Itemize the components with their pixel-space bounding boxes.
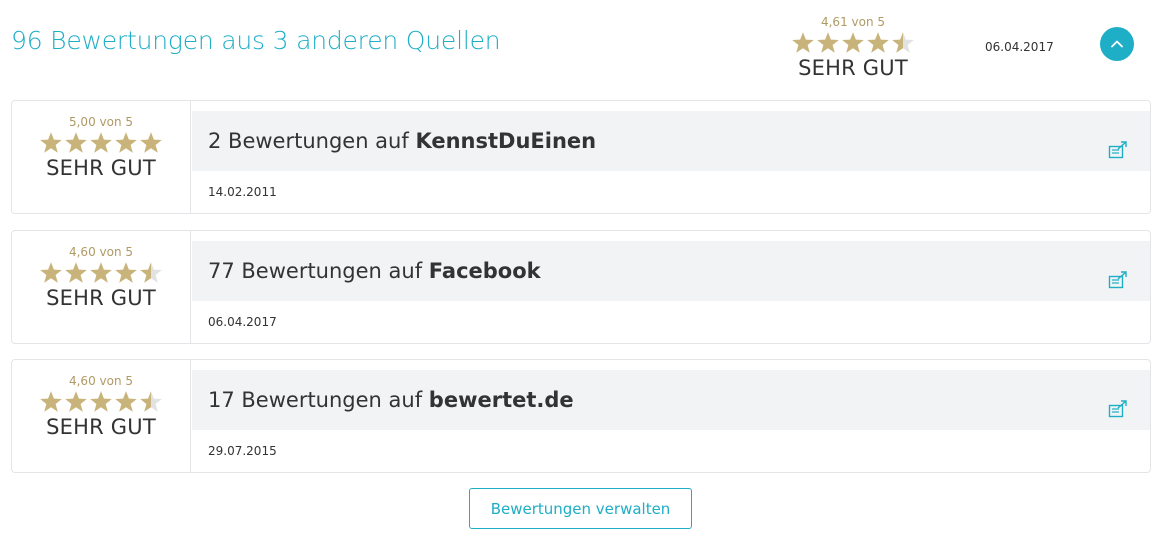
source-header-band: 77 Bewertungen auf Facebook (192, 241, 1150, 301)
source-rating: 4,60 von 5 SEHR GUT (12, 360, 191, 472)
chevron-up-icon (1111, 40, 1123, 48)
collapse-button[interactable] (1100, 27, 1134, 61)
source-name: KennstDuEinen (415, 129, 597, 153)
source-stars (12, 261, 190, 284)
manage-reviews-button[interactable]: Bewertungen verwalten (469, 488, 692, 529)
source-stars (12, 390, 190, 413)
star-icon (792, 32, 814, 53)
star-icon (40, 132, 62, 153)
external-link-icon[interactable] (1108, 141, 1128, 159)
star-icon (842, 32, 864, 53)
source-count-text: 77 Bewertungen auf (208, 259, 429, 283)
star-icon (90, 132, 112, 153)
source-name: Facebook (428, 259, 541, 283)
source-rating-text: 5,00 von 5 (68, 115, 134, 129)
source-date: 06.04.2017 (208, 315, 277, 329)
star-icon (115, 391, 137, 412)
star-icon (40, 262, 62, 283)
star-icon (140, 262, 162, 283)
source-title: 17 Bewertungen auf bewertet.de (208, 388, 574, 412)
overall-stars (788, 31, 918, 54)
star-icon (65, 391, 87, 412)
external-link-icon[interactable] (1108, 271, 1128, 289)
star-icon (90, 262, 112, 283)
source-header-band: 2 Bewertungen auf KennstDuEinen (192, 111, 1150, 171)
overall-rating-label: SEHR GUT (798, 56, 908, 80)
source-header-band: 17 Bewertungen auf bewertet.de (192, 370, 1150, 430)
source-card-kennstdueinen: 5,00 von 5 SEHR GUT 2 Bewertungen auf Ke… (11, 100, 1151, 214)
source-rating: 5,00 von 5 SEHR GUT (12, 101, 191, 213)
source-stars (12, 131, 190, 154)
star-icon (90, 391, 112, 412)
star-icon (40, 391, 62, 412)
star-icon (65, 132, 87, 153)
page-title: 96 Bewertungen aus 3 anderen Quellen (11, 26, 501, 55)
source-date: 29.07.2015 (208, 444, 277, 458)
star-icon (892, 32, 914, 53)
overall-rating-text: 4,61 von 5 (820, 15, 886, 29)
star-icon (817, 32, 839, 53)
star-icon (140, 391, 162, 412)
star-icon (867, 32, 889, 53)
source-title: 2 Bewertungen auf KennstDuEinen (208, 129, 596, 153)
source-title: 77 Bewertungen auf Facebook (208, 259, 541, 283)
source-date: 14.02.2011 (208, 185, 277, 199)
source-rating-label: SEHR GUT (46, 286, 156, 310)
star-icon (140, 132, 162, 153)
source-rating-label: SEHR GUT (46, 415, 156, 439)
source-rating: 4,60 von 5 SEHR GUT (12, 231, 191, 343)
source-rating-text: 4,60 von 5 (68, 245, 134, 259)
source-count-text: 2 Bewertungen auf (208, 129, 416, 153)
source-rating-text: 4,60 von 5 (68, 374, 134, 388)
source-name: bewertet.de (428, 388, 574, 412)
source-card-facebook: 4,60 von 5 SEHR GUT 77 Bewertungen auf F… (11, 230, 1151, 344)
source-rating-label: SEHR GUT (46, 156, 156, 180)
overall-rating: 4,61 von 5 SEHR GUT (788, 15, 918, 80)
star-icon (65, 262, 87, 283)
overall-date: 06.04.2017 (985, 40, 1054, 54)
star-icon (115, 262, 137, 283)
source-card-bewertet: 4,60 von 5 SEHR GUT 17 Bewertungen auf b… (11, 359, 1151, 473)
external-link-icon[interactable] (1108, 400, 1128, 418)
source-count-text: 17 Bewertungen auf (208, 388, 429, 412)
star-icon (115, 132, 137, 153)
